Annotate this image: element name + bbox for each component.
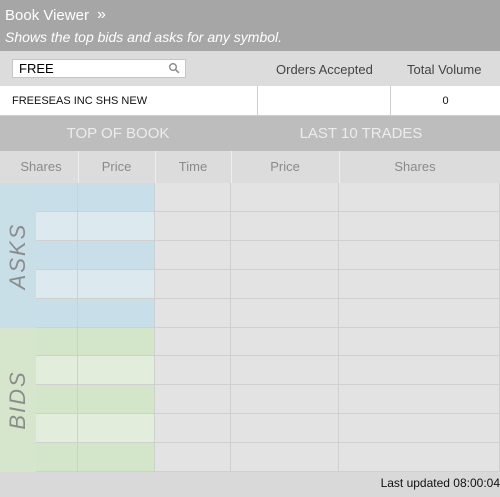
bid-book-price-cell: [78, 443, 155, 472]
search-bar: Orders Accepted Total Volume: [0, 51, 500, 86]
search-icon[interactable]: [168, 62, 180, 74]
ask-trade-price-cell: [231, 270, 339, 299]
trade-time-header: Time: [178, 159, 208, 174]
bid-trade-shares-cell: [339, 443, 500, 472]
bid-book-shares-cell: [36, 414, 78, 443]
total-volume-header: Total Volume: [407, 62, 482, 77]
orders-accepted-header: Orders Accepted: [276, 62, 373, 77]
trade-shares-header: Shares: [394, 159, 436, 174]
ask-book-price-cell: [78, 183, 155, 212]
ask-trade-price-cell: [231, 241, 339, 270]
ask-book-shares-cell: [36, 212, 78, 241]
ask-book-price-cell: [78, 212, 155, 241]
asks-label: ASKS: [5, 222, 30, 289]
ask-trade-price-cell: [231, 299, 339, 328]
orders-accepted-value: [258, 86, 390, 116]
app-subtitle: Shows the top bids and asks for any symb…: [5, 29, 283, 45]
last-updated: Last updated 08:00:04: [380, 476, 500, 490]
bid-trade-shares-cell: [339, 356, 500, 385]
book-shares-header: Shares: [20, 159, 62, 174]
info-divider: [390, 86, 391, 116]
bid-book-price-cell: [78, 328, 155, 356]
bid-trade-shares-cell: [339, 328, 500, 356]
ask-trade-time-cell: [155, 241, 231, 270]
symbol-input[interactable]: [19, 61, 159, 76]
ask-trade-shares-cell: [339, 241, 500, 270]
bid-trade-price-cell: [231, 385, 339, 414]
ask-book-price-cell: [78, 299, 155, 328]
bid-book-shares-cell: [36, 328, 78, 356]
footer: Last updated 08:00:04: [0, 472, 500, 497]
ask-book-shares-cell: [36, 270, 78, 299]
ask-trade-price-cell: [231, 183, 339, 212]
app-header: Book Viewer » Shows the top bids and ask…: [0, 0, 500, 51]
ask-trade-time-cell: [155, 183, 231, 212]
tab-last-10-trades[interactable]: LAST 10 TRADES: [250, 116, 472, 151]
ask-trade-shares-cell: [339, 212, 500, 241]
trade-price-header: Price: [270, 159, 300, 174]
ask-trade-shares-cell: [339, 183, 500, 212]
bid-trade-time-cell: [155, 385, 231, 414]
asks-panel: ASKS: [0, 183, 36, 328]
bid-trade-shares-cell: [339, 414, 500, 443]
title-row: Book Viewer »: [5, 5, 106, 25]
ask-trade-shares-cell: [339, 270, 500, 299]
tab-top-of-book[interactable]: TOP OF BOOK: [36, 116, 200, 151]
ask-book-shares-cell: [36, 183, 78, 212]
app-title: Book Viewer: [5, 6, 89, 24]
book-price-header: Price: [101, 159, 132, 174]
column-headers: Shares Price Time Price Shares: [0, 151, 500, 183]
bid-book-price-cell: [78, 356, 155, 385]
bids-label: BIDS: [5, 370, 30, 430]
ask-book-shares-cell: [36, 241, 78, 270]
bid-trade-time-cell: [155, 356, 231, 385]
bid-book-shares-cell: [36, 385, 78, 414]
bid-book-shares-cell: [36, 356, 78, 385]
bid-trade-price-cell: [231, 414, 339, 443]
ask-book-price-cell: [78, 241, 155, 270]
ask-trade-shares-cell: [339, 299, 500, 328]
security-name: FREESEAS INC SHS NEW: [12, 95, 148, 107]
bid-book-price-cell: [78, 385, 155, 414]
bid-trade-price-cell: [231, 356, 339, 385]
bid-book-price-cell: [78, 414, 155, 443]
section-tabs: TOP OF BOOK LAST 10 TRADES: [0, 116, 500, 151]
bids-panel: BIDS: [0, 328, 36, 472]
ask-trade-price-cell: [231, 212, 339, 241]
ask-book-shares-cell: [36, 299, 78, 328]
bid-trade-shares-cell: [339, 385, 500, 414]
ask-book-price-cell: [78, 270, 155, 299]
ask-trade-time-cell: [155, 299, 231, 328]
ask-trade-time-cell: [155, 270, 231, 299]
bid-trade-price-cell: [231, 443, 339, 472]
bid-book-shares-cell: [36, 443, 78, 472]
bid-trade-time-cell: [155, 414, 231, 443]
total-volume-value: 0: [442, 95, 449, 107]
ask-trade-time-cell: [155, 212, 231, 241]
security-info-row: FREESEAS INC SHS NEW 0: [0, 86, 500, 116]
symbol-search[interactable]: [12, 59, 186, 78]
chevron-right-icon[interactable]: »: [97, 6, 106, 24]
bid-trade-price-cell: [231, 328, 339, 356]
bid-trade-time-cell: [155, 443, 231, 472]
bid-trade-time-cell: [155, 328, 231, 356]
info-divider: [257, 86, 258, 116]
